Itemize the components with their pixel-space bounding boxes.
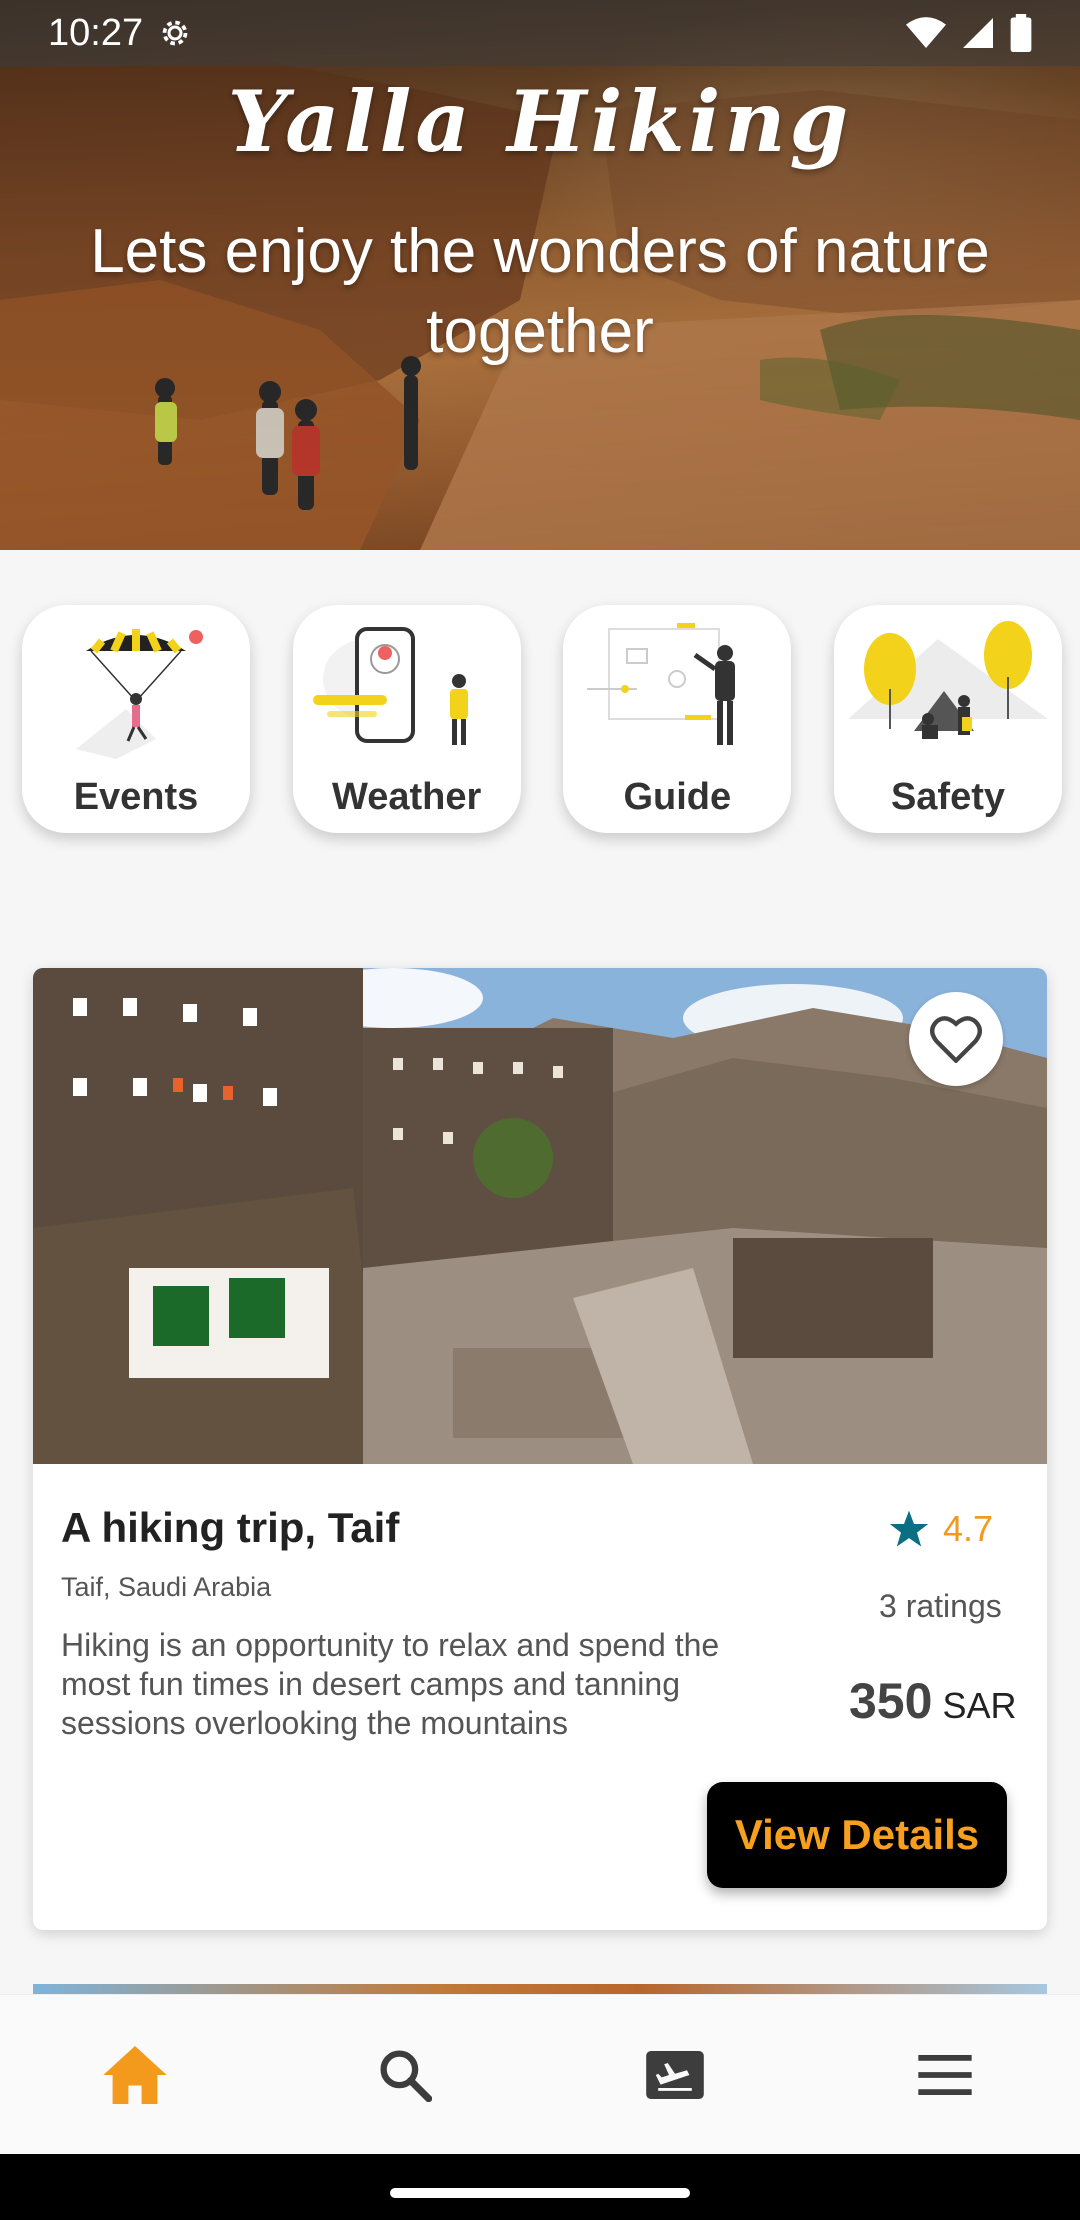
phone-weather-illustration-icon [312,627,468,745]
category-label-safety: Safety [890,776,1005,818]
category-label-events: Events [73,776,199,818]
bottom-navigation [0,1994,1080,2154]
settings-gear-icon [162,20,188,46]
trip-card[interactable]: A hiking trip, Taif Taif, Saudi Arabia H… [33,968,1047,1930]
trip-price: 350 SAR [849,1672,1016,1730]
star-icon [889,1510,929,1547]
nav-bookings[interactable] [625,2025,725,2125]
category-card-weather[interactable]: Weather [292,605,521,833]
cell-signal-icon [963,18,993,48]
hero-tagline: Lets enjoy the wonders of nature togethe… [90,217,990,366]
nav-menu[interactable] [895,2025,995,2125]
board-guide-illustration-icon [587,623,736,745]
home-screen: 10:27 Yalla Hiking Lets enjoy the wonder… [0,0,1080,2220]
price-amount: 350 [849,1673,933,1729]
price-currency: SAR [942,1685,1017,1726]
home-gesture-handle[interactable] [390,2188,690,2198]
battery-icon [1010,14,1032,52]
category-label-guide: Guide [623,776,732,818]
ticket-icon [646,2050,704,2099]
nav-search[interactable] [355,2025,455,2125]
view-details-button[interactable]: View Details [707,1782,1007,1888]
parachute-illustration-icon [76,629,203,759]
camping-safety-illustration-icon [847,621,1048,739]
hero-banner: 10:27 Yalla Hiking Lets enjoy the wonder… [0,0,1080,550]
app-brand-title: Yalla Hiking [227,72,853,171]
system-navigation-bar [0,2154,1080,2220]
wifi-icon [906,17,946,48]
trip-photo-image [33,968,1047,1464]
trip-location: Taif, Saudi Arabia [61,1572,272,1602]
next-trip-card-peek [33,1984,1047,1994]
search-icon [380,2049,432,2102]
rating-value: 4.7 [943,1508,994,1549]
category-row: Events Weather Guide Safety [22,605,1062,835]
trip-rating: 4.7 [889,1508,993,1550]
home-icon [103,2045,167,2104]
trip-description: Hiking is an opportunity to relax and sp… [61,1627,720,1741]
status-time: 10:27 [48,11,144,54]
category-card-safety[interactable]: Safety [833,605,1062,833]
menu-icon [918,2054,972,2095]
trip-title: A hiking trip, Taif [61,1504,400,1551]
status-bar: 10:27 [0,0,1080,66]
nav-home[interactable] [85,2025,185,2125]
favorite-button[interactable] [909,992,1003,1086]
heart-outline-icon [930,1016,982,1063]
ratings-count: 3 ratings [879,1588,1002,1624]
category-label-weather: Weather [332,776,482,818]
category-card-guide[interactable]: Guide [563,605,792,833]
category-card-events[interactable]: Events [22,605,250,833]
